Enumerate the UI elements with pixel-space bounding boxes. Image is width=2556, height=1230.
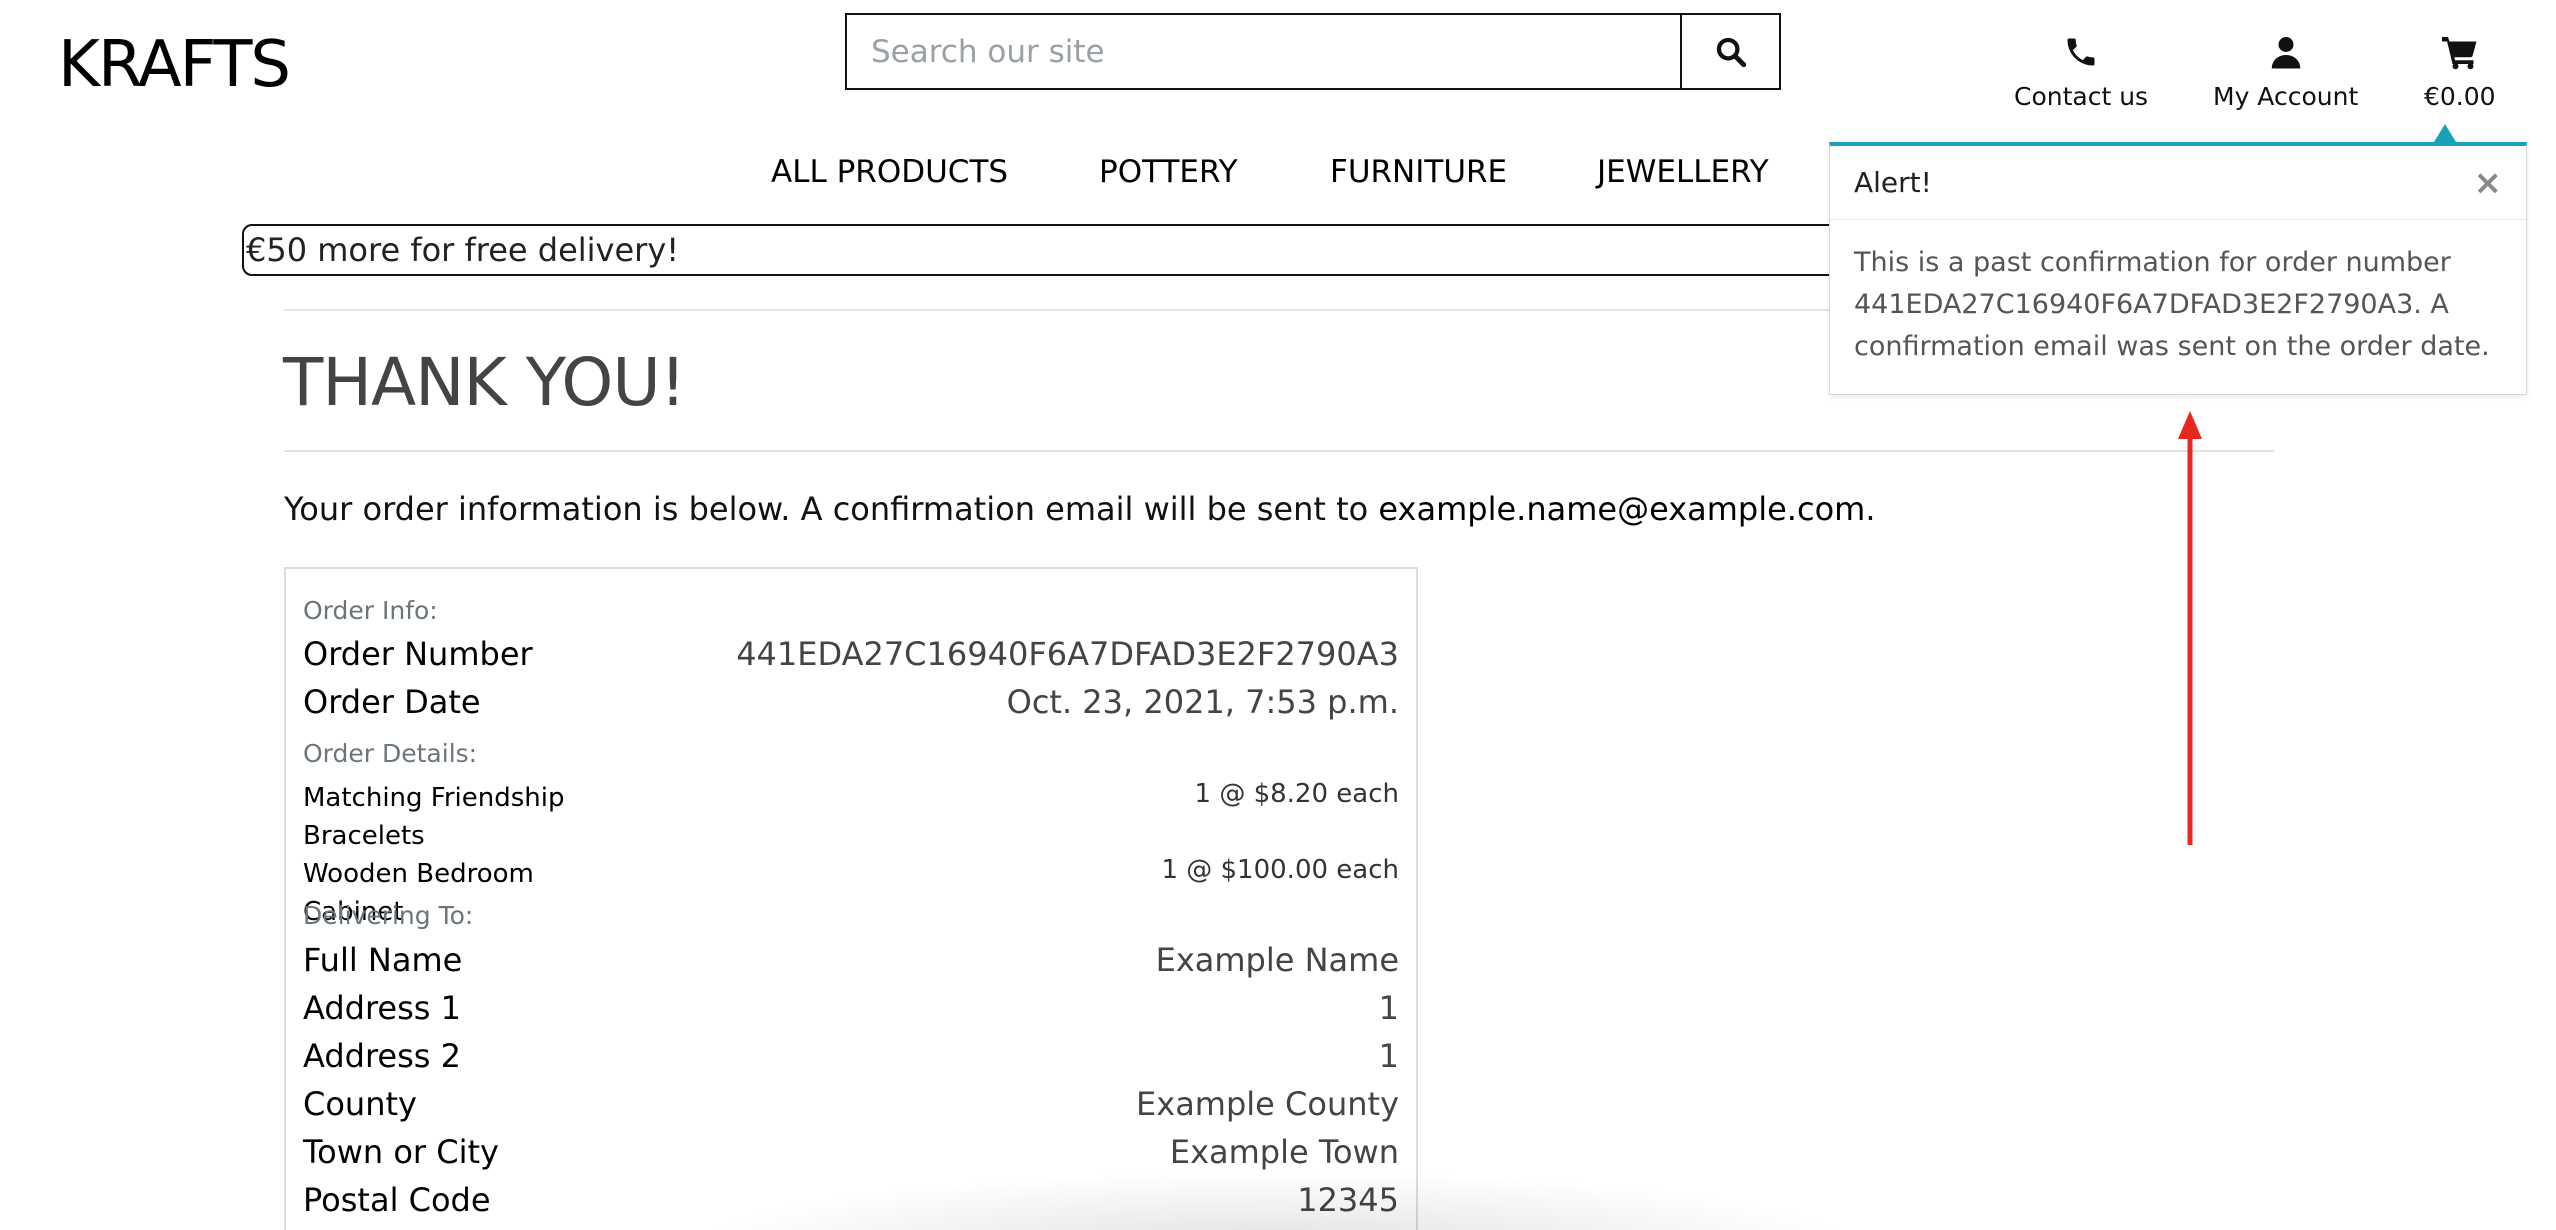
order-summary-card: Order Info: Order Number 441EDA27C16940F… <box>284 567 1418 1230</box>
order-date-row: Order Date Oct. 23, 2021, 7:53 p.m. <box>303 683 1399 721</box>
contact-us-label: Contact us <box>2014 82 2149 111</box>
free-delivery-banner: €50 more for free delivery! <box>242 224 1942 276</box>
delivery-row-town: Town or City Example Town <box>303 1133 1399 1171</box>
order-item-row: Matching Friendship Bracelets 1 @ $8.20 … <box>303 779 1399 855</box>
delivery-label: Postal Code <box>303 1181 491 1219</box>
close-icon[interactable]: × <box>2474 166 2503 200</box>
search-input[interactable] <box>847 15 1680 88</box>
delivery-value: 1 <box>1378 1037 1399 1075</box>
shopping-cart-icon <box>2441 37 2477 70</box>
user-icon <box>2271 37 2300 69</box>
delivery-label: Town or City <box>303 1133 499 1171</box>
my-account-link[interactable]: My Account <box>2213 34 2358 111</box>
order-date-value: Oct. 23, 2021, 7:53 p.m. <box>1006 683 1399 721</box>
contact-us-link[interactable]: Contact us <box>2014 34 2148 111</box>
delivering-to-heading: Delivering To: <box>303 901 474 930</box>
annotation-arrow-icon <box>2178 411 2202 845</box>
nav-item-all-products[interactable]: ALL PRODUCTS <box>771 154 1008 190</box>
order-item-qty: 1 @ $100.00 each <box>1161 855 1399 885</box>
divider <box>284 450 2274 452</box>
delivery-row-address-2: Address 2 1 <box>303 1037 1399 1075</box>
page: KRAFTS Contact us My Account €0.00 <box>0 0 2556 1230</box>
order-item-name: Matching Friendship Bracelets <box>303 783 565 851</box>
alert-header: Alert! × <box>1830 146 2526 220</box>
customer-email: example.name@example.com <box>1378 490 1866 528</box>
page-title: THANK YOU! <box>283 344 686 421</box>
alert-toast: Alert! × This is a past confirmation for… <box>1829 142 2527 395</box>
alert-caret <box>2434 124 2456 142</box>
alert-message: This is a past confirmation for order nu… <box>1854 247 2490 362</box>
delivery-row-full-name: Full Name Example Name <box>303 941 1399 979</box>
phone-icon <box>2067 38 2095 66</box>
delivery-value: Example Town <box>1169 1133 1399 1171</box>
search-bar <box>845 13 1781 90</box>
delivery-label: Full Name <box>303 941 463 979</box>
delivery-label: County <box>303 1085 417 1123</box>
my-account-label: My Account <box>2213 82 2359 111</box>
order-info-suffix: . <box>1865 490 1876 528</box>
alert-title: Alert! <box>1854 166 1932 199</box>
delivery-value: 1 <box>1378 989 1399 1027</box>
nav-item-jewellery[interactable]: JEWELLERY <box>1597 154 1769 190</box>
scroll-shadow <box>680 1170 1870 1230</box>
delivery-value: Example Name <box>1155 941 1399 979</box>
site-logo[interactable]: KRAFTS <box>58 28 291 102</box>
order-info-heading: Order Info: <box>303 596 438 625</box>
delivery-label: Address 1 <box>303 989 461 1027</box>
cart-link[interactable]: €0.00 <box>2424 34 2496 111</box>
delivery-row-address-1: Address 1 1 <box>303 989 1399 1027</box>
order-details-heading: Order Details: <box>303 739 478 768</box>
search-button[interactable] <box>1680 15 1779 88</box>
delivery-value: Example County <box>1136 1085 1399 1123</box>
order-info-prefix: Your order information is below. A confi… <box>284 490 1379 528</box>
nav-item-pottery[interactable]: POTTERY <box>1099 154 1238 190</box>
nav-item-furniture[interactable]: FURNITURE <box>1330 154 1507 190</box>
order-number-value: 441EDA27C16940F6A7DFAD3E2F2790A3 <box>736 635 1399 673</box>
search-icon <box>1716 37 1746 67</box>
delivery-label: Address 2 <box>303 1037 461 1075</box>
delivery-row-county: County Example County <box>303 1085 1399 1123</box>
order-info-message: Your order information is below. A confi… <box>284 490 1875 528</box>
main-nav: ALL PRODUCTS POTTERY FURNITURE JEWELLERY <box>0 154 1830 202</box>
order-item-qty: 1 @ $8.20 each <box>1194 779 1399 809</box>
order-number-label: Order Number <box>303 635 533 673</box>
order-date-label: Order Date <box>303 683 481 721</box>
cart-total: €0.00 <box>2424 82 2496 111</box>
order-number-row: Order Number 441EDA27C16940F6A7DFAD3E2F2… <box>303 635 1399 673</box>
